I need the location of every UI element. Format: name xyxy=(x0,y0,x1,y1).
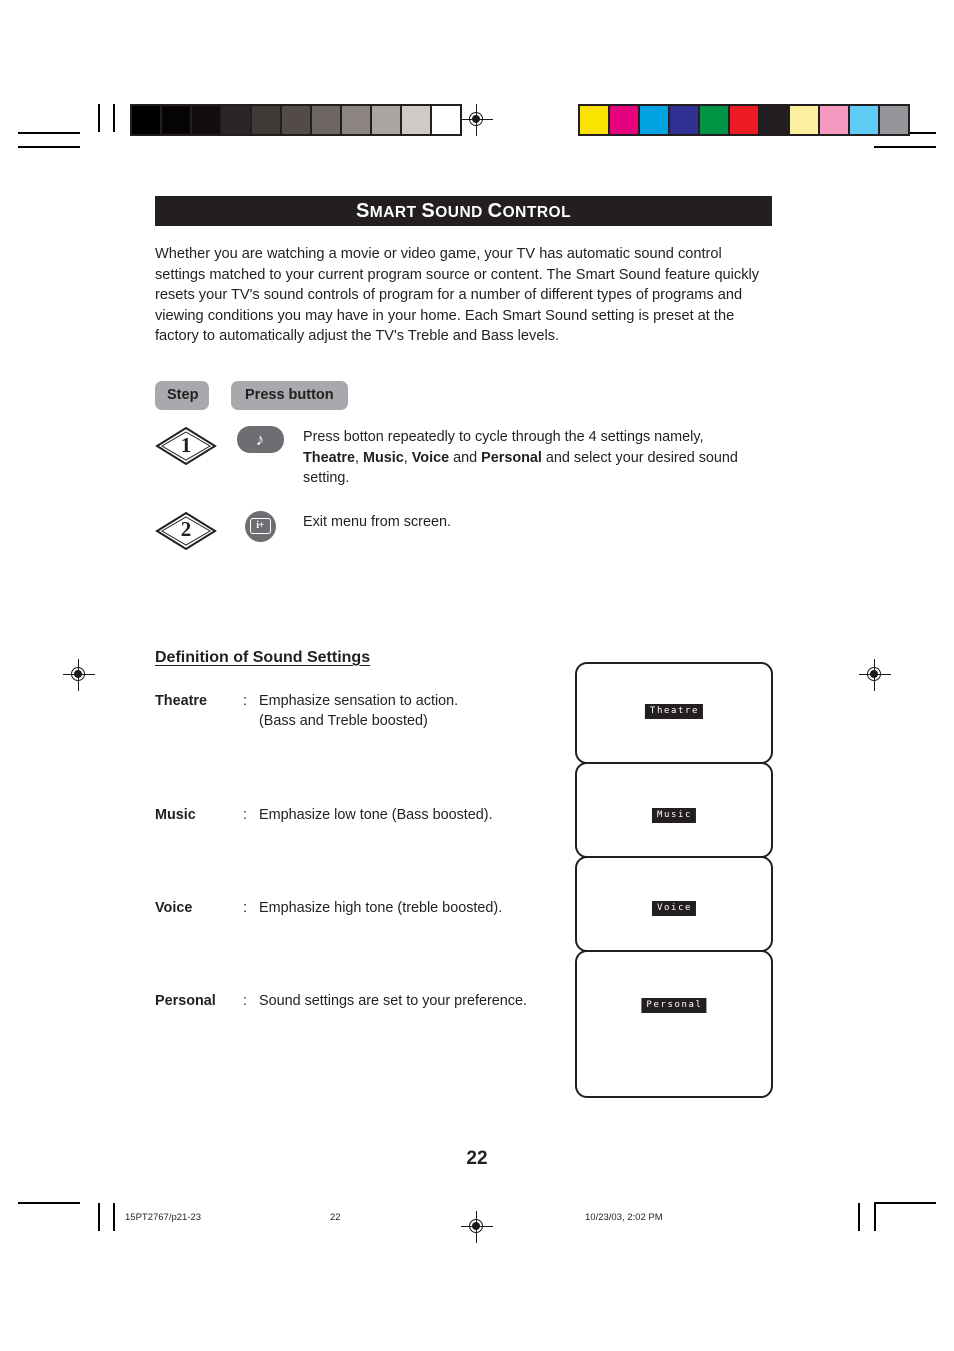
definition-name: Personal xyxy=(155,993,216,1010)
info-plus-glyph: i+ xyxy=(249,518,271,535)
title-segment: S xyxy=(355,200,370,222)
definition-colon: : xyxy=(243,692,247,709)
page-title: SMART SOUND CONTROL xyxy=(155,196,772,226)
page-number: 22 xyxy=(466,1148,488,1169)
crop-mark-tl-v xyxy=(98,104,100,132)
music-note-icon[interactable]: ♪ xyxy=(236,426,284,454)
registration-mark-bottom xyxy=(461,1211,493,1243)
osd-label-music: Music xyxy=(651,808,697,823)
calibration-swatch xyxy=(760,106,788,134)
crop-mark-br-v2 xyxy=(858,1203,860,1231)
definition-colon: : xyxy=(243,900,247,917)
calibration-swatch xyxy=(580,106,608,134)
title-segment: OUND xyxy=(435,204,488,221)
tv-screen-personal: Personal xyxy=(575,950,773,1098)
calibration-swatch xyxy=(282,106,310,134)
calibration-swatch xyxy=(162,106,190,134)
calibration-swatch xyxy=(730,106,758,134)
music-note-glyph: ♪ xyxy=(255,430,265,450)
step-number-label: 1 xyxy=(180,432,192,457)
footer-file-name: 15PT2767/p21-23 xyxy=(125,1212,202,1223)
definition-description-line1: Emphasize sensation to action. xyxy=(259,692,459,709)
step-description: Press botton repeatedly to cycle through… xyxy=(303,429,738,487)
tv-screen-music: Music xyxy=(575,762,773,858)
title-segment: S xyxy=(421,200,436,222)
footer-timestamp: 10/23/03, 2:02 PM xyxy=(585,1212,663,1223)
crop-mark-br-h xyxy=(874,1202,936,1204)
calibration-swatch xyxy=(850,106,878,134)
title-segment: ONTROL xyxy=(502,204,572,221)
crop-mark-tl-v2 xyxy=(113,104,115,132)
press-button-cell: ♪ xyxy=(217,426,303,454)
calibration-swatch xyxy=(252,106,280,134)
footer-page-number: 22 xyxy=(330,1212,341,1223)
calibration-swatch xyxy=(342,106,370,134)
crop-mark-tl-h2 xyxy=(18,146,80,148)
crop-mark-tl-h xyxy=(18,132,80,134)
crop-mark-bl-v2 xyxy=(113,1203,115,1231)
step-description: Exit menu from screen. xyxy=(303,513,451,530)
step-table-header: Step Press button xyxy=(155,380,775,411)
calibration-swatch xyxy=(820,106,848,134)
step-number-diamond: 1 xyxy=(155,426,217,466)
tv-screen-voice: Voice xyxy=(575,856,773,952)
page-canvas: SMART SOUND CONTROL Whether you are watc… xyxy=(0,0,954,1351)
step-row: 1 ♪ Press botton repeatedly to cycle thr… xyxy=(155,424,775,488)
color-calibration-bar xyxy=(578,104,910,136)
step-row: 2 i+ Exit menu from screen. xyxy=(155,509,775,551)
calibration-swatch xyxy=(880,106,908,134)
crop-mark-br-v xyxy=(874,1203,876,1231)
osd-label-voice: Voice xyxy=(651,901,697,916)
title-segment: C xyxy=(487,200,503,222)
calibration-swatch xyxy=(312,106,340,134)
calibration-swatch xyxy=(790,106,818,134)
crop-mark-bl-v xyxy=(98,1203,100,1231)
calibration-swatch xyxy=(700,106,728,134)
title-segment: MART xyxy=(369,204,422,221)
steps-list: 1 ♪ Press botton repeatedly to cycle thr… xyxy=(155,424,775,550)
definitions-heading: Definition of Sound Settings xyxy=(155,648,371,666)
calibration-swatch xyxy=(402,106,430,134)
osd-label-personal: Personal xyxy=(641,998,707,1013)
calibration-swatch xyxy=(432,106,460,134)
calibration-swatch xyxy=(132,106,160,134)
definition-name: Voice xyxy=(155,900,193,917)
registration-mark-right xyxy=(859,659,891,691)
crop-mark-tr-h2 xyxy=(874,146,936,148)
definition-description-line1: Emphasize low tone (Bass boosted). xyxy=(259,806,493,823)
osd-label-theatre: Theatre xyxy=(644,704,704,719)
step-number-label: 2 xyxy=(180,517,192,542)
calibration-swatch xyxy=(192,106,220,134)
calibration-swatch xyxy=(610,106,638,134)
step-number-diamond: 2 xyxy=(155,511,217,551)
definition-colon: : xyxy=(243,806,247,823)
crop-mark-bl-h xyxy=(18,1202,80,1204)
calibration-swatch xyxy=(372,106,400,134)
definition-colon: : xyxy=(243,993,247,1010)
grayscale-calibration-bar xyxy=(130,104,462,136)
press-button-cell: i+ xyxy=(217,510,303,542)
definition-description-line1: Sound settings are set to your preferenc… xyxy=(259,993,527,1010)
tv-screen-theatre: Theatre xyxy=(575,662,773,764)
intro-paragraph: Whether you are watching a movie or vide… xyxy=(155,246,760,345)
registration-mark-top xyxy=(461,104,493,136)
definition-name: Music xyxy=(155,806,196,823)
press-button-column-header: Press button xyxy=(231,380,348,411)
calibration-swatch xyxy=(640,106,668,134)
calibration-swatch xyxy=(222,106,250,134)
step-column-header: Step xyxy=(155,380,209,411)
calibration-swatch xyxy=(670,106,698,134)
registration-mark-left xyxy=(63,659,95,691)
info-plus-icon[interactable]: i+ xyxy=(244,510,276,542)
definition-name: Theatre xyxy=(155,692,207,709)
definition-description-line1: Emphasize high tone (treble boosted). xyxy=(259,900,503,917)
